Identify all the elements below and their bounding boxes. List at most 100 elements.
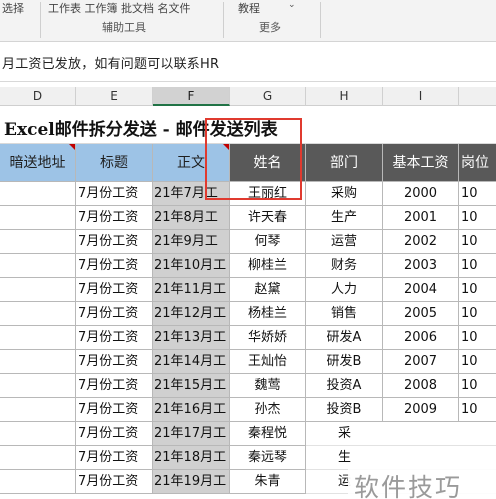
- cell-body[interactable]: 21年8月工: [153, 206, 230, 230]
- column-header-e[interactable]: E: [76, 87, 153, 106]
- cell-name[interactable]: 魏莺: [230, 374, 306, 398]
- cell-bcc[interactable]: [0, 206, 76, 230]
- mail-body-preview[interactable]: 月工资已发放，如有问题可以联系HR: [0, 42, 496, 82]
- cell-department[interactable]: 人力: [306, 278, 383, 302]
- cell-bcc[interactable]: [0, 326, 76, 350]
- cell-body[interactable]: 21年17月工: [153, 422, 230, 446]
- cell-subject[interactable]: 7月份工资: [76, 398, 153, 422]
- cell-subject[interactable]: 7月份工资: [76, 326, 153, 350]
- column-header-i[interactable]: I: [383, 87, 459, 106]
- ribbon-doc-tools-label[interactable]: 工作表 工作簿 批文档 名文件: [48, 0, 191, 16]
- cell-body[interactable]: 21年19月工: [153, 470, 230, 494]
- cell-department[interactable]: 研发A: [306, 326, 383, 350]
- cell-bcc[interactable]: [0, 302, 76, 326]
- cell-base-salary[interactable]: 2006: [383, 326, 459, 350]
- cell-name[interactable]: 赵黛: [230, 278, 306, 302]
- cell-subject[interactable]: 7月份工资: [76, 350, 153, 374]
- cell-bcc[interactable]: [0, 446, 76, 470]
- cell-base-salary[interactable]: 2000: [383, 182, 459, 206]
- cell-bcc[interactable]: [0, 374, 76, 398]
- cell-subject[interactable]: 7月份工资: [76, 182, 153, 206]
- cell-name[interactable]: 朱青: [230, 470, 306, 494]
- cell-body[interactable]: 21年15月工: [153, 374, 230, 398]
- column-header-f-selected[interactable]: F: [153, 87, 230, 106]
- cell-name[interactable]: 孙杰: [230, 398, 306, 422]
- cell-department[interactable]: 运营: [306, 230, 383, 254]
- cell-body[interactable]: 21年12月工: [153, 302, 230, 326]
- cell-department[interactable]: 投资B: [306, 398, 383, 422]
- cell-position[interactable]: 10: [459, 302, 496, 326]
- cell-bcc[interactable]: [0, 254, 76, 278]
- cell-position[interactable]: 10: [459, 326, 496, 350]
- comment-indicator-icon[interactable]: [69, 144, 75, 150]
- cell-base-salary[interactable]: 2009: [383, 398, 459, 422]
- cell-name[interactable]: 杨桂兰: [230, 302, 306, 326]
- cell-bcc[interactable]: [0, 278, 76, 302]
- cell-body[interactable]: 21年9月工: [153, 230, 230, 254]
- cell-position[interactable]: 10: [459, 278, 496, 302]
- cell-body[interactable]: 21年11月工: [153, 278, 230, 302]
- column-header-h[interactable]: H: [306, 87, 383, 106]
- cell-body[interactable]: 21年16月工: [153, 398, 230, 422]
- cell-body[interactable]: 21年13月工: [153, 326, 230, 350]
- cell-body[interactable]: 21年14月工: [153, 350, 230, 374]
- cell-department[interactable]: 投资A: [306, 374, 383, 398]
- cell-bcc[interactable]: [0, 398, 76, 422]
- cell-base-salary[interactable]: 2003: [383, 254, 459, 278]
- cell-bcc[interactable]: [0, 422, 76, 446]
- cell-body[interactable]: 21年18月工: [153, 446, 230, 470]
- column-header-d[interactable]: D: [0, 87, 76, 106]
- cell-position[interactable]: 10: [459, 350, 496, 374]
- cell-base-salary[interactable]: 2007: [383, 350, 459, 374]
- cell-subject[interactable]: 7月份工资: [76, 278, 153, 302]
- cell-department[interactable]: 销售: [306, 302, 383, 326]
- cell-department[interactable]: 财务: [306, 254, 383, 278]
- column-header-g[interactable]: G: [230, 87, 306, 106]
- cell-subject[interactable]: 7月份工资: [76, 446, 153, 470]
- cell-name[interactable]: 华娇娇: [230, 326, 306, 350]
- cell-body[interactable]: 21年10月工: [153, 254, 230, 278]
- cell-position[interactable]: 10: [459, 182, 496, 206]
- cell-subject[interactable]: 7月份工资: [76, 422, 153, 446]
- ribbon-tutorial-label[interactable]: 教程: [238, 0, 260, 16]
- cell-base-salary[interactable]: [383, 422, 459, 446]
- cell-name[interactable]: 柳桂兰: [230, 254, 306, 278]
- cell-base-salary[interactable]: 2008: [383, 374, 459, 398]
- cell-name[interactable]: 秦程悦: [230, 422, 306, 446]
- ribbon-select-label[interactable]: 选择: [2, 0, 24, 16]
- cell-position[interactable]: 10: [459, 374, 496, 398]
- cell-department[interactable]: 采: [306, 422, 383, 446]
- cell-base-salary[interactable]: 2004: [383, 278, 459, 302]
- cell-bcc[interactable]: [0, 230, 76, 254]
- cell-subject[interactable]: 7月份工资: [76, 254, 153, 278]
- cell-bcc[interactable]: [0, 182, 76, 206]
- cell-department[interactable]: 生: [306, 446, 383, 470]
- cell-base-salary[interactable]: 2002: [383, 230, 459, 254]
- cell-position[interactable]: [459, 446, 496, 470]
- cell-subject[interactable]: 7月份工资: [76, 470, 153, 494]
- cell-name[interactable]: 许天春: [230, 206, 306, 230]
- cell-bcc[interactable]: [0, 350, 76, 374]
- cell-base-salary[interactable]: 2005: [383, 302, 459, 326]
- cell-department[interactable]: 采购: [306, 182, 383, 206]
- cell-base-salary[interactable]: 2001: [383, 206, 459, 230]
- cell-subject[interactable]: 7月份工资: [76, 206, 153, 230]
- header-position[interactable]: 岗位: [459, 144, 496, 182]
- cell-position[interactable]: [459, 422, 496, 446]
- cell-bcc[interactable]: [0, 470, 76, 494]
- cell-department[interactable]: 生产: [306, 206, 383, 230]
- cell-subject[interactable]: 7月份工资: [76, 374, 153, 398]
- cell-subject[interactable]: 7月份工资: [76, 230, 153, 254]
- header-bcc-address[interactable]: 暗送地址: [0, 144, 76, 182]
- chevron-down-icon[interactable]: ⌄: [288, 0, 296, 10]
- cell-name[interactable]: 何琴: [230, 230, 306, 254]
- cell-name[interactable]: 秦远琴: [230, 446, 306, 470]
- cell-position[interactable]: 10: [459, 230, 496, 254]
- cell-base-salary[interactable]: [383, 446, 459, 470]
- cell-subject[interactable]: 7月份工资: [76, 302, 153, 326]
- cell-position[interactable]: 10: [459, 254, 496, 278]
- cell-position[interactable]: 10: [459, 206, 496, 230]
- cell-department[interactable]: 研发B: [306, 350, 383, 374]
- header-department[interactable]: 部门: [306, 144, 383, 182]
- header-subject[interactable]: 标题: [76, 144, 153, 182]
